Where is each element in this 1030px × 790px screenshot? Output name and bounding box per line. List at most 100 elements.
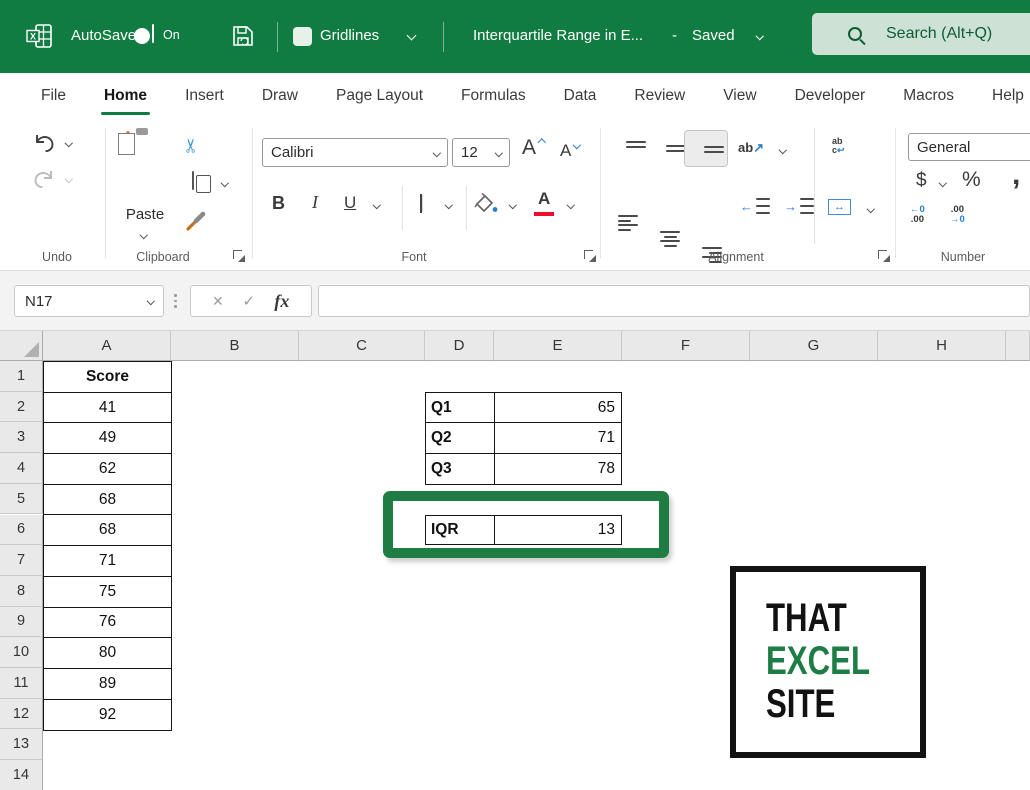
- column-header-G[interactable]: G: [750, 331, 878, 361]
- merge-center-button[interactable]: ↔: [828, 199, 851, 215]
- orientation-button[interactable]: ab↗: [738, 140, 764, 156]
- cell-E4[interactable]: 78: [495, 454, 621, 485]
- underline-dropdown-chevron[interactable]: [373, 201, 381, 209]
- row-header-10[interactable]: 10: [0, 637, 43, 668]
- cell-E3[interactable]: 71: [495, 423, 621, 453]
- paste-icon[interactable]: [126, 131, 130, 152]
- column-header-D[interactable]: D: [425, 331, 494, 361]
- font-color-dropdown-chevron[interactable]: [567, 201, 575, 209]
- row-header-14[interactable]: 14: [0, 760, 43, 790]
- orientation-dropdown-chevron[interactable]: [779, 146, 787, 154]
- cell-A11[interactable]: 89: [44, 669, 171, 700]
- row-header-6[interactable]: 6: [0, 515, 43, 546]
- align-left-button[interactable]: [618, 215, 638, 231]
- number-format-combo[interactable]: General: [908, 133, 1030, 161]
- save-icon[interactable]: [230, 23, 256, 53]
- italic-button[interactable]: I: [312, 192, 318, 213]
- cell-E6[interactable]: 13: [495, 516, 621, 545]
- row-header-3[interactable]: 3: [0, 422, 43, 453]
- tab-home[interactable]: Home: [85, 73, 166, 120]
- underline-button[interactable]: U: [344, 193, 356, 213]
- row-header-7[interactable]: 7: [0, 545, 43, 576]
- tab-page-layout[interactable]: Page Layout: [317, 73, 442, 120]
- cell-A4[interactable]: 62: [44, 454, 171, 485]
- row-header-2[interactable]: 2: [0, 392, 43, 423]
- tab-data[interactable]: Data: [545, 73, 616, 120]
- row-header-5[interactable]: 5: [0, 484, 43, 515]
- undo-dropdown-chevron[interactable]: [65, 139, 73, 147]
- cell-E2[interactable]: 65: [495, 393, 621, 423]
- alignment-dialog-launcher-icon[interactable]: [878, 250, 890, 262]
- borders-icon[interactable]: [420, 194, 422, 213]
- cell-A1[interactable]: Score: [44, 362, 171, 393]
- tab-view[interactable]: View: [704, 73, 775, 120]
- save-status-chevron[interactable]: [756, 32, 764, 40]
- insert-function-icon[interactable]: fx: [274, 291, 289, 312]
- copy-dropdown-chevron[interactable]: [221, 179, 229, 187]
- column-header-E[interactable]: E: [494, 331, 622, 361]
- tab-formulas[interactable]: Formulas: [442, 73, 545, 120]
- cell-A10[interactable]: 80: [44, 638, 171, 669]
- font-name-combo[interactable]: Calibri: [262, 138, 448, 167]
- fill-color-icon[interactable]: [474, 193, 498, 218]
- paste-button[interactable]: Paste: [118, 206, 172, 223]
- save-status[interactable]: Saved: [692, 27, 735, 44]
- increase-decimal-button[interactable]: ←0 .00: [910, 205, 925, 225]
- column-header-C[interactable]: C: [299, 331, 425, 361]
- column-header-B[interactable]: B: [171, 331, 299, 361]
- cell-A8[interactable]: 75: [44, 577, 171, 608]
- currency-dropdown-chevron[interactable]: [939, 179, 947, 187]
- excel-app-icon[interactable]: X: [26, 22, 54, 54]
- align-center-button[interactable]: [660, 231, 680, 247]
- tab-review[interactable]: Review: [615, 73, 704, 120]
- tab-file[interactable]: File: [22, 73, 85, 120]
- format-painter-icon[interactable]: [184, 208, 208, 236]
- name-box[interactable]: N17: [14, 285, 164, 317]
- cell-A5[interactable]: 68: [44, 485, 171, 516]
- cell-A3[interactable]: 49: [44, 423, 171, 454]
- tab-draw[interactable]: Draw: [243, 73, 317, 120]
- undo-button[interactable]: [32, 132, 56, 158]
- paste-dropdown-chevron[interactable]: [140, 231, 148, 239]
- cut-icon[interactable]: ✂: [180, 138, 203, 154]
- comma-format-button[interactable]: ,: [1012, 158, 1020, 192]
- fill-color-dropdown-chevron[interactable]: [509, 201, 517, 209]
- row-header-13[interactable]: 13: [0, 729, 43, 760]
- borders-dropdown-chevron[interactable]: [445, 201, 453, 209]
- cell-A6[interactable]: 68: [44, 516, 171, 547]
- column-header-F[interactable]: F: [622, 331, 750, 361]
- row-header-12[interactable]: 12: [0, 699, 43, 730]
- cell-D4[interactable]: Q3: [426, 454, 495, 485]
- cell-A7[interactable]: 71: [44, 546, 171, 577]
- decrease-font-size-button[interactable]: A: [560, 141, 571, 161]
- row-header-8[interactable]: 8: [0, 576, 43, 607]
- column-header-H[interactable]: H: [878, 331, 1006, 361]
- tab-developer[interactable]: Developer: [776, 73, 885, 120]
- autosave-toggle[interactable]: On: [152, 24, 154, 43]
- copy-icon[interactable]: [192, 171, 194, 190]
- decrease-indent-button[interactable]: ←: [740, 198, 770, 214]
- gridlines-dropdown-chevron[interactable]: [407, 31, 417, 41]
- column-header-A[interactable]: A: [43, 331, 171, 361]
- select-all-corner[interactable]: [0, 331, 43, 361]
- decrease-decimal-button[interactable]: .00 →0: [950, 205, 965, 225]
- row-header-11[interactable]: 11: [0, 668, 43, 699]
- bold-button[interactable]: B: [272, 193, 285, 214]
- merge-dropdown-chevron[interactable]: [867, 205, 875, 213]
- name-box-chevron[interactable]: [146, 297, 154, 305]
- formula-input[interactable]: [318, 285, 1030, 317]
- cell-D3[interactable]: Q2: [426, 423, 495, 453]
- row-header-4[interactable]: 4: [0, 453, 43, 484]
- row-header-1[interactable]: 1: [0, 361, 43, 392]
- search-box[interactable]: Search (Alt+Q): [812, 13, 1030, 55]
- cancel-icon[interactable]: ×: [213, 291, 224, 312]
- cell-D2[interactable]: Q1: [426, 393, 495, 423]
- gridlines-checkbox[interactable]: [293, 27, 312, 46]
- row-header-9[interactable]: 9: [0, 607, 43, 638]
- percent-format-button[interactable]: %: [962, 168, 981, 192]
- formula-bar-drag-dots[interactable]: [174, 294, 177, 308]
- cell-A9[interactable]: 76: [44, 608, 171, 639]
- increase-font-size-button[interactable]: A: [522, 136, 536, 160]
- enter-icon[interactable]: ✓: [242, 292, 255, 310]
- cell-A12[interactable]: 92: [44, 700, 171, 731]
